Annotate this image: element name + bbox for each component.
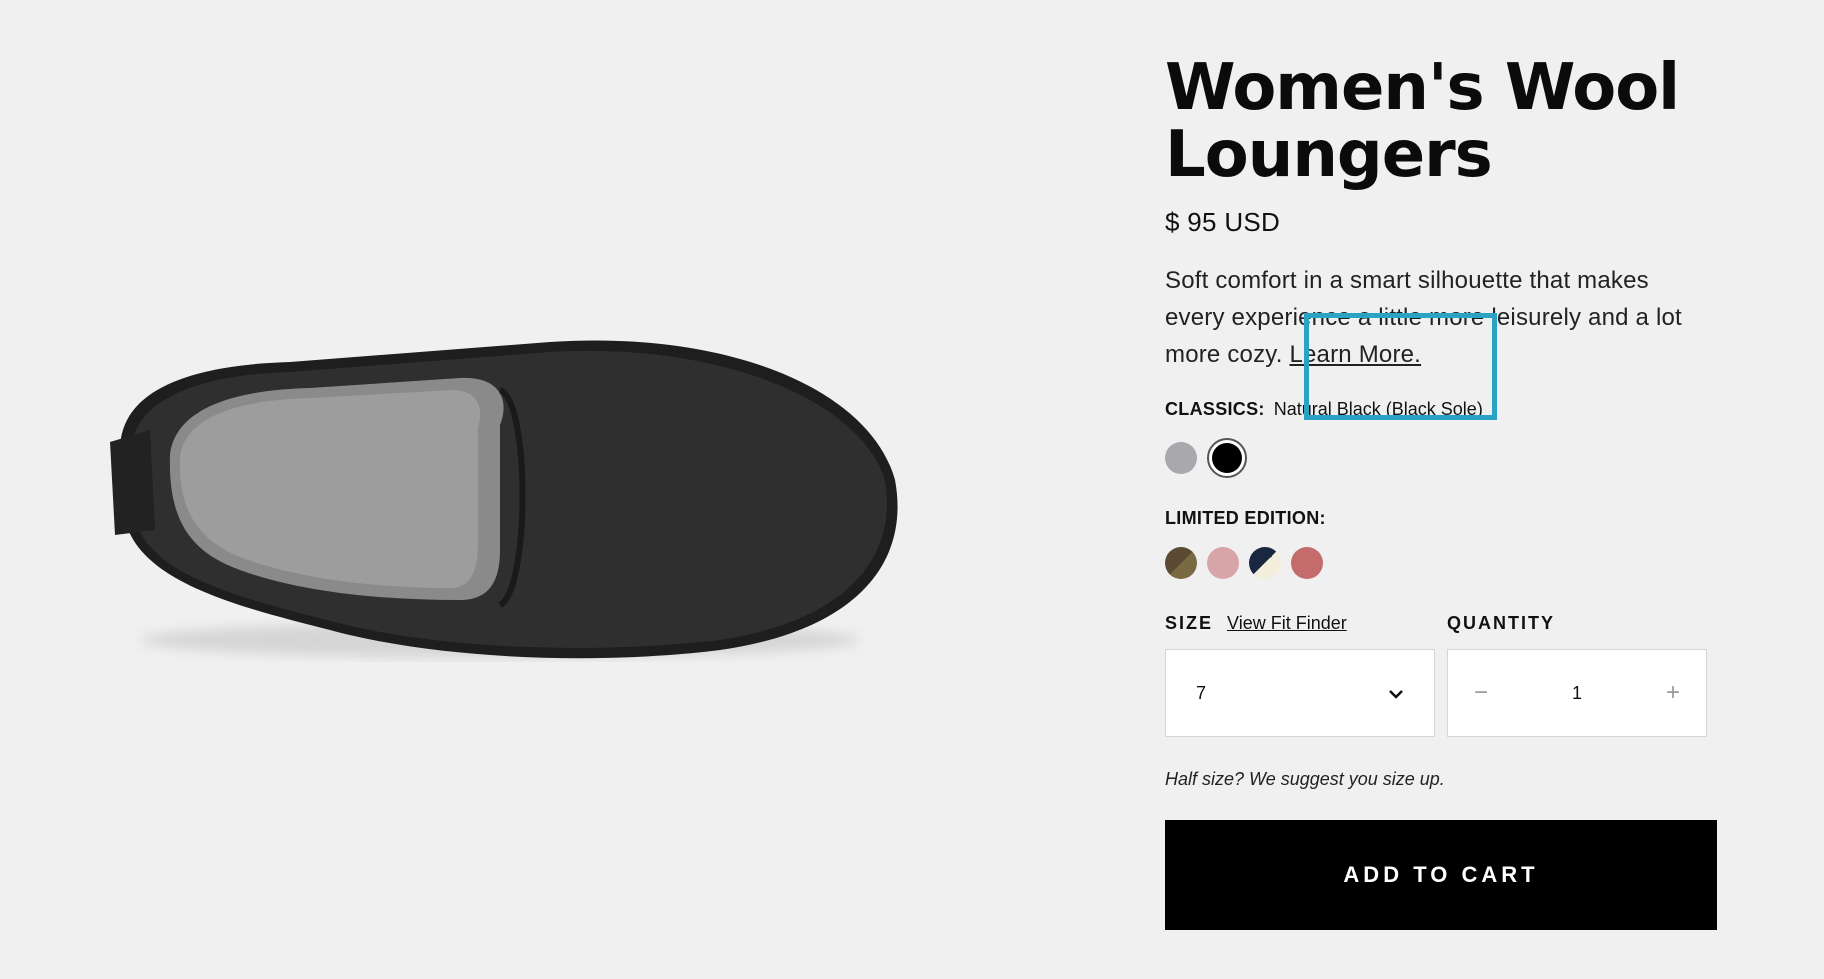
product-image <box>80 330 920 690</box>
product-panel: Women's Wool Loungers $ 95 USD Soft comf… <box>1165 55 1735 930</box>
quantity-stepper: − 1 + <box>1447 649 1707 737</box>
swatch-olive[interactable] <box>1165 547 1197 579</box>
product-description: Soft comfort in a smart silhouette that … <box>1165 262 1705 373</box>
classics-selected-value: Natural Black (Black Sole) <box>1273 399 1483 419</box>
size-quantity-row: SIZE View Fit Finder 7 QUANTITY − 1 + <box>1165 613 1735 737</box>
swatch-black-selected[interactable] <box>1207 438 1247 478</box>
classics-label: CLASSICS: <box>1165 399 1265 419</box>
size-value: 7 <box>1196 682 1207 703</box>
swatch-red[interactable] <box>1291 547 1323 579</box>
size-column: SIZE View Fit Finder 7 <box>1165 613 1435 737</box>
description-text: Soft comfort in a smart silhouette that … <box>1165 267 1682 368</box>
swatch-navy[interactable] <box>1249 547 1281 579</box>
classics-swatches <box>1165 438 1735 478</box>
chevron-down-icon <box>1388 683 1404 704</box>
quantity-column: QUANTITY − 1 + <box>1447 613 1707 737</box>
size-select[interactable]: 7 <box>1165 649 1435 737</box>
classics-row: CLASSICS: Natural Black (Black Sole) <box>1165 399 1735 420</box>
limited-swatches <box>1165 547 1735 579</box>
size-header: SIZE View Fit Finder <box>1165 613 1435 637</box>
size-note: Half size? We suggest you size up. <box>1165 769 1445 789</box>
swatch-pink[interactable] <box>1207 547 1239 579</box>
swatch-grey[interactable] <box>1165 442 1197 474</box>
quantity-plus-button[interactable]: + <box>1666 679 1680 707</box>
swatch-black-fill <box>1212 443 1242 473</box>
limited-row: LIMITED EDITION: <box>1165 508 1735 529</box>
quantity-minus-button[interactable]: − <box>1474 679 1488 707</box>
size-label: SIZE <box>1165 613 1214 633</box>
quantity-value[interactable]: 1 <box>1572 683 1582 704</box>
fit-finder-link[interactable]: View Fit Finder <box>1227 613 1347 634</box>
product-title: Women's Wool Loungers <box>1165 51 1680 192</box>
quantity-label: QUANTITY <box>1447 613 1555 633</box>
shoe-illustration <box>110 340 898 659</box>
product-price: $ 95 USD <box>1165 207 1281 237</box>
quantity-header: QUANTITY <box>1447 613 1707 637</box>
learn-more-link[interactable]: Learn More. <box>1289 341 1421 368</box>
limited-label: LIMITED EDITION: <box>1165 508 1326 528</box>
add-to-cart-button[interactable]: ADD TO CART <box>1165 820 1717 930</box>
